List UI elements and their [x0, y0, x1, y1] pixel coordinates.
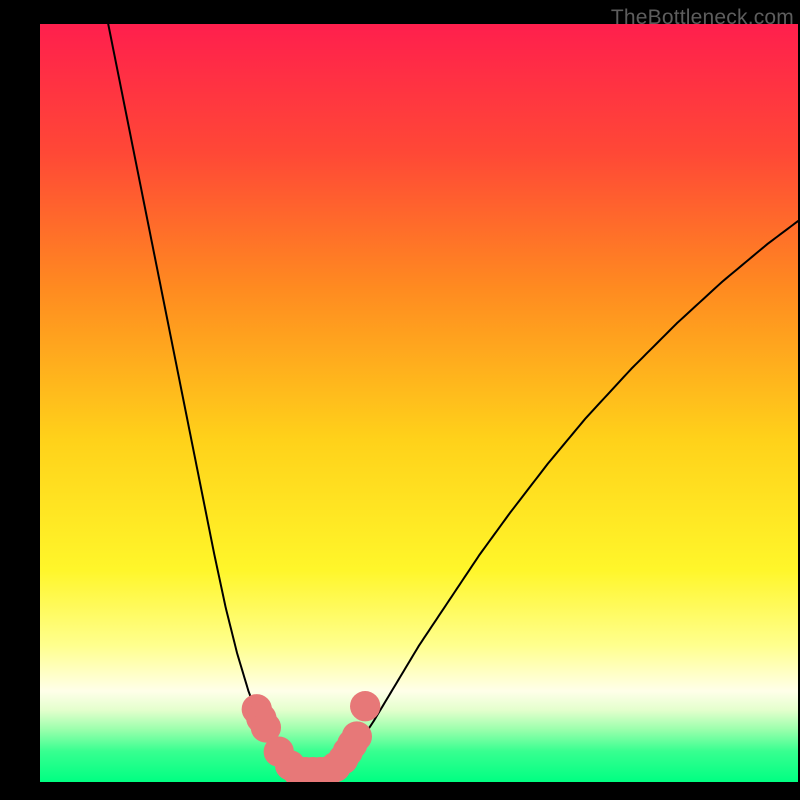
gradient-background	[40, 24, 798, 782]
plot-area	[40, 24, 798, 782]
chart-frame: TheBottleneck.com	[0, 0, 800, 800]
marker-dot	[342, 721, 372, 751]
bottleneck-chart	[40, 24, 798, 782]
marker-dot	[350, 691, 380, 721]
